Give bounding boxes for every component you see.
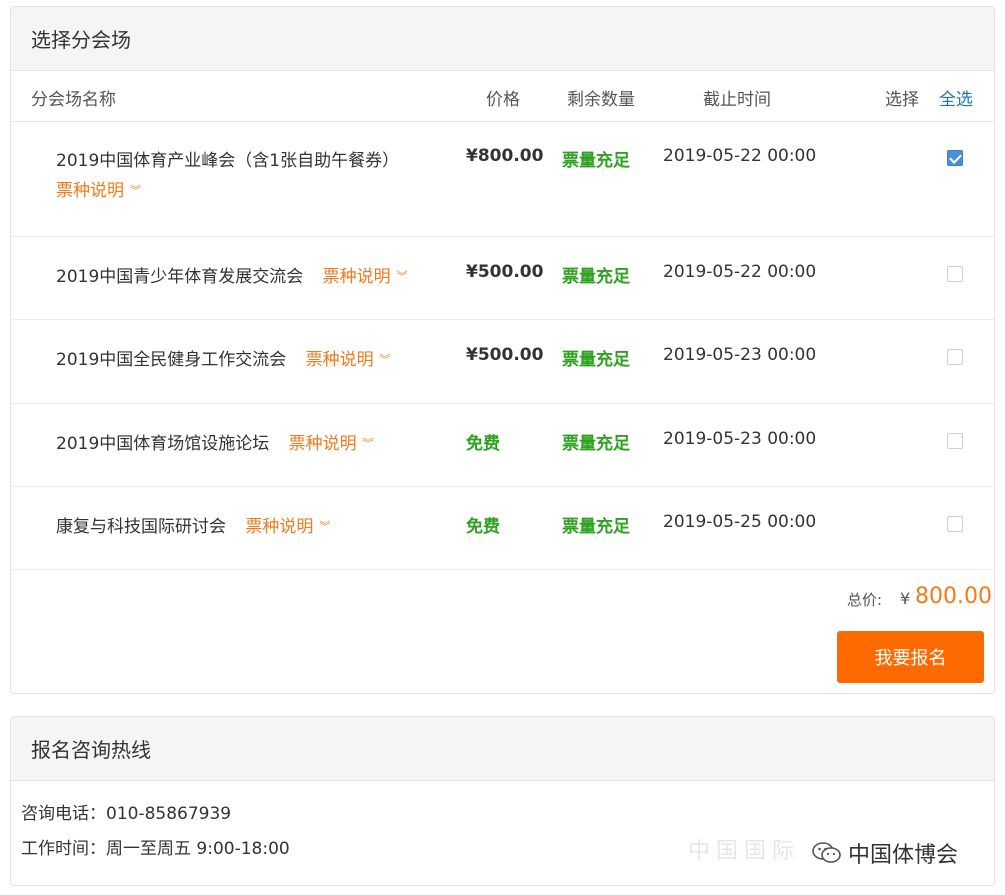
- venue-deadline: 2019-05-22 00:00: [663, 262, 817, 282]
- header-name: 分会场名称: [31, 90, 116, 110]
- venue-name: 2019中国全民健身工作交流会 票种说明 ︾: [56, 345, 391, 370]
- table-row: 2019中国体育产业峰会（含1张自助午餐券） 票种说明 ︾ ¥800.00 票量充…: [11, 122, 994, 237]
- chevron-down-icon: ︾: [362, 437, 374, 450]
- venue-deadline: 2019-05-22 00:00: [663, 146, 817, 166]
- venue-price: 免费: [466, 434, 500, 454]
- venue-name: 康复与科技国际研讨会 票种说明 ︾: [56, 512, 330, 537]
- total-currency: ¥: [900, 589, 911, 608]
- table-row: 2019中国全民健身工作交流会 票种说明 ︾ ¥500.00 票量充足 2019-…: [11, 319, 994, 404]
- venue-price: 免费: [466, 517, 500, 537]
- venue-deadline: 2019-05-25 00:00: [663, 512, 817, 532]
- ticket-note-toggle[interactable]: 票种说明 ︾: [56, 176, 141, 201]
- wechat-icon: [812, 842, 841, 863]
- venue-name-text: 2019中国青少年体育发展交流会: [56, 267, 304, 287]
- venue-remaining: 票量充足: [562, 350, 630, 370]
- register-button[interactable]: 我要报名: [837, 631, 984, 683]
- venue-checkbox[interactable]: [947, 266, 963, 282]
- ticket-note-label: 票种说明: [288, 434, 357, 454]
- total-price: 800.00: [915, 584, 992, 609]
- panel-title: 选择分会场: [11, 7, 994, 71]
- venue-name: 2019中国体育产业峰会（含1张自助午餐券）: [56, 151, 400, 171]
- table-row: 2019中国体育场馆设施论坛 票种说明 ︾ 免费 票量充足 2019-05-23 …: [11, 403, 994, 487]
- ticket-note-toggle[interactable]: 票种说明 ︾: [306, 350, 391, 370]
- total-label: 总价:: [847, 591, 883, 609]
- venue-remaining: 票量充足: [562, 151, 630, 171]
- ticket-note-label: 票种说明: [305, 350, 374, 370]
- contact-hours: 工作时间：周一至周五 9:00-18:00: [21, 839, 290, 859]
- contact-title: 报名咨询热线: [11, 717, 994, 781]
- venue-name-text: 2019中国全民健身工作交流会: [56, 350, 287, 370]
- watermark-text: 中国国际: [688, 839, 801, 864]
- chevron-down-icon: ︾: [319, 520, 331, 533]
- ticket-note-label: 票种说明: [322, 267, 391, 287]
- header-remaining: 剩余数量: [567, 90, 635, 110]
- header-price: 价格: [486, 90, 520, 110]
- contact-phone: 咨询电话：010-85867939: [21, 804, 232, 824]
- ticket-note-label: 票种说明: [245, 517, 314, 537]
- venue-checkbox[interactable]: [947, 349, 963, 365]
- ticket-note-toggle[interactable]: 票种说明 ︾: [323, 267, 408, 287]
- select-all-link[interactable]: 全选: [939, 85, 973, 110]
- venue-name: 2019中国体育场馆设施论坛 票种说明 ︾: [56, 429, 374, 454]
- ticket-note-toggle[interactable]: 票种说明 ︾: [245, 517, 330, 537]
- venue-price: ¥800.00: [466, 146, 544, 166]
- venue-checkbox[interactable]: [947, 433, 963, 449]
- ticket-note-toggle[interactable]: 票种说明 ︾: [289, 434, 374, 454]
- venue-checkbox[interactable]: [947, 516, 963, 532]
- venue-remaining: 票量充足: [562, 267, 630, 287]
- venue-price: ¥500.00: [466, 262, 544, 282]
- venue-name-text: 2019中国体育场馆设施论坛: [56, 434, 270, 454]
- venue-price: ¥500.00: [466, 345, 544, 365]
- venue-deadline: 2019-05-23 00:00: [663, 345, 817, 365]
- table-header: 分会场名称 价格 剩余数量 截止时间 选择 全选: [11, 71, 994, 122]
- venue-name-text: 康复与科技国际研讨会: [56, 517, 226, 537]
- chevron-down-icon: ︾: [379, 353, 391, 366]
- wechat-account-name: 中国体博会: [848, 843, 959, 868]
- venue-remaining: 票量充足: [562, 434, 630, 454]
- chevron-down-icon: ︾: [130, 184, 141, 197]
- select-venue-panel: 选择分会场 分会场名称 价格 剩余数量 截止时间 选择 全选 2019中国体育产…: [10, 6, 995, 694]
- venue-name: 2019中国青少年体育发展交流会 票种说明 ︾: [56, 262, 408, 287]
- venue-remaining: 票量充足: [562, 517, 630, 537]
- header-deadline: 截止时间: [703, 90, 771, 110]
- wechat-account: 中国体博会: [812, 837, 958, 869]
- venue-deadline: 2019-05-23 00:00: [663, 429, 817, 449]
- table-row: 康复与科技国际研讨会 票种说明 ︾ 免费 票量充足 2019-05-25 00:0…: [11, 486, 994, 570]
- chevron-down-icon: ︾: [396, 270, 408, 283]
- ticket-note-label: 票种说明: [56, 181, 124, 201]
- table-row: 2019中国青少年体育发展交流会 票种说明 ︾ ¥500.00 票量充足 2019…: [11, 236, 994, 320]
- header-select: 选择: [885, 90, 919, 110]
- venue-checkbox[interactable]: [947, 150, 963, 166]
